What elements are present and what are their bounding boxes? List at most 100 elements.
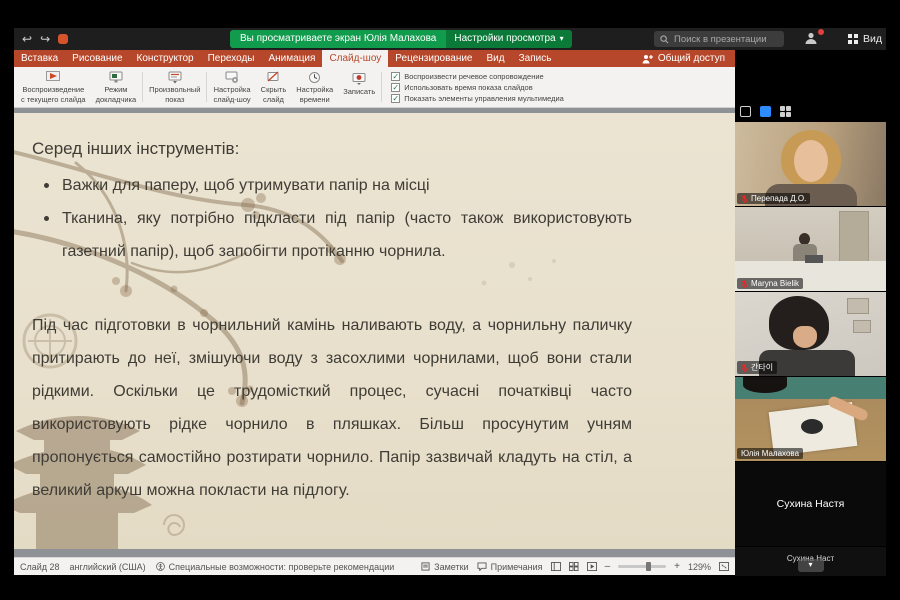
status-bar-right: Заметки Примечания – + 129% bbox=[421, 561, 729, 572]
slide-sorter-icon[interactable] bbox=[569, 562, 579, 571]
slideshow-options: ✓ Воспроизвести речевое сопровождение ✓ … bbox=[383, 69, 572, 105]
participant-name-label: Юлія Малахова bbox=[737, 448, 803, 459]
record-icon bbox=[352, 71, 366, 86]
checkbox-icon: ✓ bbox=[391, 72, 400, 81]
hide-slide-icon bbox=[266, 71, 280, 84]
comments-icon bbox=[477, 562, 487, 571]
checkbox-icon: ✓ bbox=[391, 83, 400, 92]
slide-bullet-item: Важки для паперу, щоб утримувати папір н… bbox=[32, 169, 632, 202]
setup-gear-icon bbox=[225, 71, 239, 84]
custom-show-button[interactable]: Произвольный показ bbox=[144, 69, 205, 105]
layout-grid-icon bbox=[848, 34, 858, 44]
scroll-more-participants-button[interactable]: ▾ bbox=[798, 559, 824, 572]
checkbox-show-media-controls[interactable]: ✓ Показать элементы управления мультимед… bbox=[391, 94, 564, 103]
normal-view-icon[interactable] bbox=[551, 562, 561, 571]
accessibility-checker-button[interactable]: Специальные возможности: проверьте реком… bbox=[156, 562, 395, 572]
zoom-level-label[interactable]: 129% bbox=[688, 562, 711, 572]
notes-icon bbox=[421, 562, 430, 571]
annotate-icon[interactable] bbox=[58, 34, 68, 44]
screen: ↩ ↪ Вы просматриваете экран Юлія Малахов… bbox=[0, 0, 900, 600]
tab-animations[interactable]: Анимация bbox=[261, 50, 322, 67]
presenter-mode-button[interactable]: Режим докладчика bbox=[91, 69, 142, 105]
search-input[interactable]: Поиск в презентации bbox=[654, 31, 784, 47]
status-bar: Слайд 28 английский (США) Специальные во… bbox=[14, 557, 735, 575]
zoom-out-button[interactable]: – bbox=[605, 561, 611, 572]
zoom-view-button[interactable]: Вид bbox=[848, 28, 882, 50]
nav-icons: ↩ ↪ bbox=[22, 28, 68, 50]
accessibility-icon bbox=[156, 562, 165, 571]
sharing-status-label: Вы просматриваете экран Юлія Малахова bbox=[230, 30, 446, 48]
ribbon-separator bbox=[142, 72, 143, 102]
tab-design[interactable]: Конструктор bbox=[130, 50, 201, 67]
slide-paragraph: Під час підготовки в чорнильний камінь н… bbox=[32, 309, 632, 507]
participant-figure bbox=[801, 419, 823, 434]
participant-figure bbox=[853, 320, 871, 333]
participant-video[interactable]: Сухина Настя bbox=[735, 462, 886, 546]
participant-name-label: Перепада Д.О. bbox=[737, 193, 810, 204]
slide-title: Серед інших інструментів: bbox=[32, 139, 239, 159]
fit-to-window-icon[interactable] bbox=[719, 562, 729, 571]
chevron-down-icon: ▾ bbox=[560, 30, 564, 48]
participant-name-label: Maryna Bielik bbox=[737, 278, 803, 289]
person-plus-icon bbox=[642, 54, 653, 64]
play-from-current-slide-button[interactable]: Воспроизведение с текущего слайда bbox=[16, 69, 91, 105]
notes-button[interactable]: Заметки bbox=[421, 562, 468, 572]
screen-share-banner: Вы просматриваете экран Юлія Малахова На… bbox=[230, 30, 572, 48]
slideshow-view-icon[interactable] bbox=[587, 562, 597, 571]
language-button[interactable]: английский (США) bbox=[70, 562, 146, 572]
record-button[interactable]: Записать bbox=[338, 69, 380, 105]
presenter-monitor-icon bbox=[109, 71, 123, 84]
participant-video[interactable]: 간타이 bbox=[735, 292, 886, 376]
comments-button[interactable]: Примечания bbox=[477, 562, 543, 572]
hide-slide-button[interactable]: Скрыть слайд bbox=[256, 69, 292, 105]
participant-video[interactable]: Юлія Малахова bbox=[735, 377, 886, 461]
participant-figure bbox=[839, 211, 869, 265]
participant-figure bbox=[847, 298, 869, 314]
rehearse-timings-button[interactable]: Настройка времени bbox=[291, 69, 338, 105]
tab-slideshow[interactable]: Слайд-шоу bbox=[322, 50, 388, 67]
play-icon bbox=[46, 71, 60, 84]
video-panel-header bbox=[740, 106, 791, 117]
person-icon bbox=[804, 31, 818, 45]
tab-transitions[interactable]: Переходы bbox=[201, 50, 262, 67]
speaker-view-icon[interactable] bbox=[760, 106, 771, 117]
share-access-button[interactable]: Общий доступ bbox=[632, 50, 735, 67]
custom-show-icon bbox=[168, 71, 182, 84]
zoom-in-button[interactable]: + bbox=[674, 561, 680, 572]
participant-name-label: 간타이 bbox=[737, 361, 777, 374]
notification-badge bbox=[818, 29, 824, 35]
chevron-down-icon: ▾ bbox=[808, 560, 812, 569]
slide-number-label: Слайд 28 bbox=[20, 562, 60, 572]
checkbox-play-narrations[interactable]: ✓ Воспроизвести речевое сопровождение bbox=[391, 72, 564, 81]
tab-insert[interactable]: Вставка bbox=[14, 50, 65, 67]
powerpoint-window: Вставка Рисование Конструктор Переходы А… bbox=[14, 50, 735, 575]
zoom-slider-thumb[interactable] bbox=[646, 562, 651, 571]
tab-draw[interactable]: Рисование bbox=[65, 50, 129, 67]
zoom-slider[interactable] bbox=[618, 565, 666, 568]
tab-record[interactable]: Запись bbox=[512, 50, 559, 67]
setup-slideshow-button[interactable]: Настройка слайд-шоу bbox=[208, 69, 255, 105]
redo-icon[interactable]: ↪ bbox=[40, 32, 50, 46]
zoom-top-bar: ↩ ↪ Вы просматриваете экран Юлія Малахов… bbox=[14, 28, 886, 50]
tab-view[interactable]: Вид bbox=[480, 50, 512, 67]
slide-bullet-item: Тканина, яку потрібно підкласти під папі… bbox=[32, 202, 632, 268]
checkbox-icon: ✓ bbox=[391, 94, 400, 103]
participant-video[interactable]: Maryna Bielik bbox=[735, 207, 886, 291]
search-icon bbox=[660, 35, 669, 44]
minimize-panel-icon[interactable] bbox=[740, 106, 751, 117]
ribbon-separator bbox=[206, 72, 207, 102]
participant-figure bbox=[805, 255, 823, 263]
tab-review[interactable]: Рецензирование bbox=[388, 50, 479, 67]
participants-icon[interactable] bbox=[804, 31, 822, 47]
undo-icon[interactable]: ↩ bbox=[22, 32, 32, 46]
slide-editing-pane: Серед інших інструментів: Важки для папе… bbox=[14, 108, 735, 557]
participant-video[interactable]: Перепада Д.О. bbox=[735, 122, 886, 206]
checkbox-use-timings[interactable]: ✓ Использовать время показа слайдов bbox=[391, 83, 564, 92]
zoom-video-panel: Перепада Д.О. Maryna Bielik bbox=[735, 50, 886, 575]
view-options-button[interactable]: Настройки просмотра ▾ bbox=[446, 30, 571, 48]
participant-figure bbox=[794, 140, 828, 182]
slide-canvas[interactable]: Серед інших інструментів: Важки для папе… bbox=[14, 113, 735, 549]
slideshow-ribbon: Воспроизведение с текущего слайда Режим … bbox=[14, 67, 735, 108]
participant-figure bbox=[743, 377, 787, 393]
gallery-view-icon[interactable] bbox=[780, 106, 791, 117]
